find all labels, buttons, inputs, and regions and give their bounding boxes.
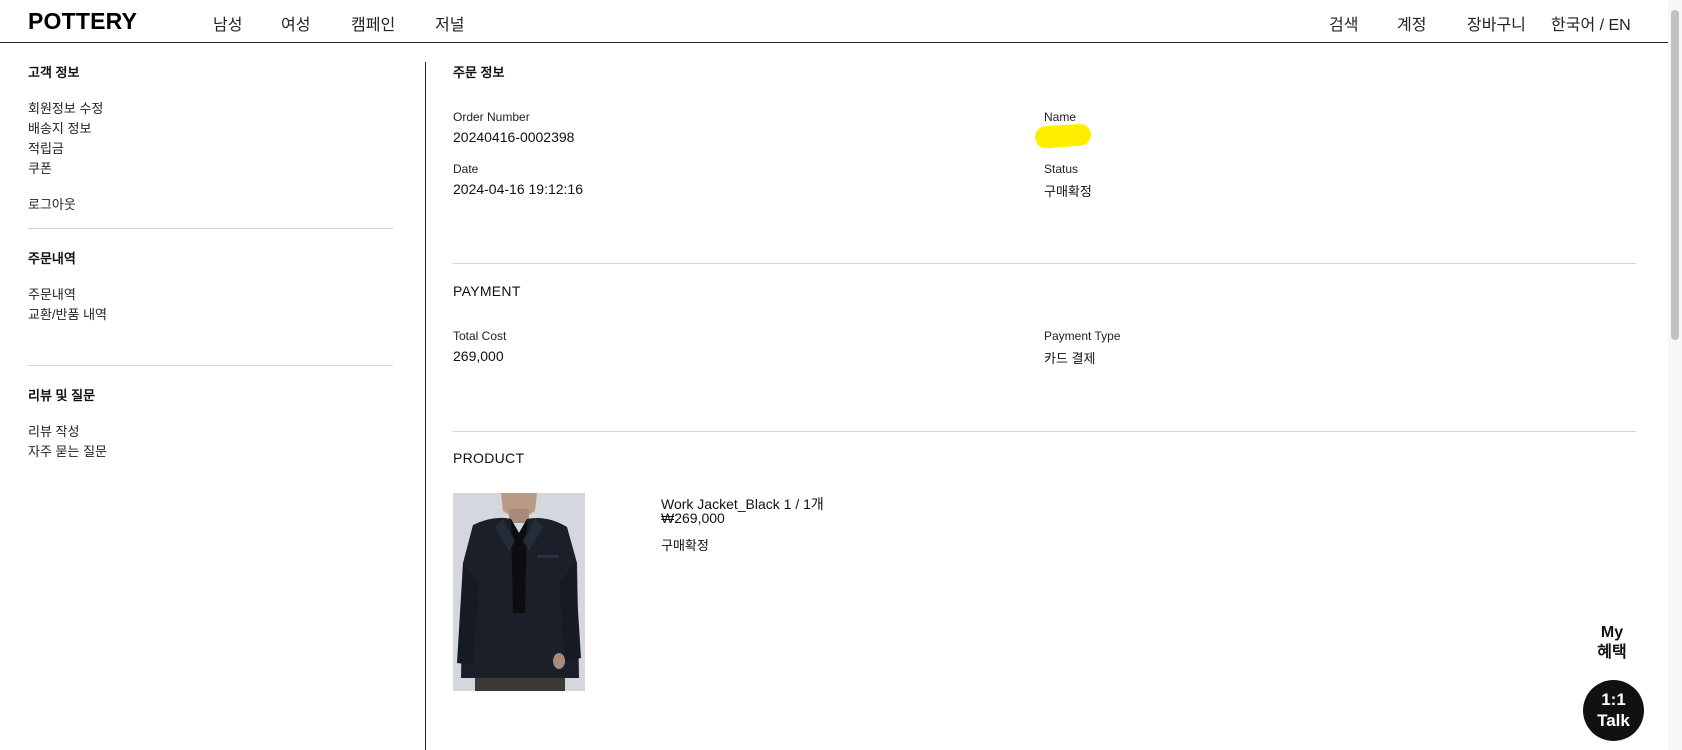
scrollbar-thumb[interactable] (1671, 10, 1679, 340)
redacted-name (1034, 123, 1092, 149)
order-info-title: 주문 정보 (453, 65, 505, 80)
payment-type-value: 카드 결제 (1044, 351, 1096, 366)
total-cost-value: 269,000 (453, 348, 504, 364)
nav-journal[interactable]: 저널 (435, 11, 464, 35)
chat-talk-button[interactable]: 1:1 Talk (1583, 680, 1644, 741)
status-label: Status (1044, 162, 1079, 176)
sidebar-item-edit-profile[interactable]: 회원정보 수정 (28, 98, 103, 117)
name-label: Name (1044, 110, 1077, 124)
sidebar-divider (28, 228, 393, 229)
cart-link[interactable]: 장바구니 (1467, 11, 1526, 35)
jacket-photo (453, 493, 585, 691)
nav-campaign[interactable]: 캠페인 (351, 11, 395, 35)
nav-women[interactable]: 여성 (281, 11, 310, 35)
sidebar-item-returns[interactable]: 교환/반품 내역 (28, 304, 107, 323)
sidebar-item-faq[interactable]: 자주 묻는 질문 (28, 441, 107, 460)
order-number-label: Order Number (453, 110, 530, 124)
content-divider (425, 62, 426, 750)
product-status: 구매확정 (661, 538, 709, 553)
sidebar-item-orders[interactable]: 주문내역 (28, 284, 76, 303)
section-divider (453, 263, 1636, 264)
status-value: 구매확정 (1044, 184, 1092, 199)
product-image[interactable] (453, 493, 585, 691)
payment-title: PAYMENT (453, 283, 521, 299)
my-benefit-button[interactable]: My 혜택 (1592, 623, 1632, 663)
talk-line1: 1:1 (1601, 690, 1626, 709)
section-divider (453, 431, 1636, 432)
account-link[interactable]: 계정 (1397, 11, 1426, 35)
brand-logo[interactable]: POTTERY (28, 8, 137, 35)
nav-men[interactable]: 남성 (213, 11, 242, 35)
sidebar-item-shipping[interactable]: 배송지 정보 (28, 118, 91, 137)
sidebar-divider (28, 365, 393, 366)
product-price: ₩269,000 (661, 510, 725, 526)
my-benefit-line2: 혜택 (1597, 644, 1627, 661)
customer-info-title: 고객 정보 (28, 65, 80, 80)
reviews-title: 리뷰 및 질문 (28, 388, 96, 403)
page-scrollbar[interactable] (1668, 0, 1682, 750)
order-number-value: 20240416-0002398 (453, 129, 575, 145)
date-label: Date (453, 162, 479, 176)
talk-line2: Talk (1597, 711, 1630, 730)
date-value: 2024-04-16 19:12:16 (453, 181, 583, 197)
sidebar-item-logout[interactable]: 로그아웃 (28, 194, 76, 213)
my-benefit-line1: My (1600, 624, 1624, 641)
total-cost-label: Total Cost (453, 329, 507, 343)
product-title: PRODUCT (453, 450, 525, 466)
sidebar-item-points[interactable]: 적립금 (28, 138, 64, 157)
sidebar-item-write-review[interactable]: 리뷰 작성 (28, 421, 79, 440)
top-header: POTTERY 남성 여성 캠페인 저널 검색 계정 장바구니 한국어 / EN (0, 0, 1668, 43)
language-toggle[interactable]: 한국어 / EN (1551, 11, 1631, 35)
search-link[interactable]: 검색 (1329, 11, 1358, 35)
orders-title: 주문내역 (28, 251, 76, 266)
payment-type-label: Payment Type (1044, 329, 1121, 343)
sidebar-item-coupons[interactable]: 쿠폰 (28, 158, 52, 177)
